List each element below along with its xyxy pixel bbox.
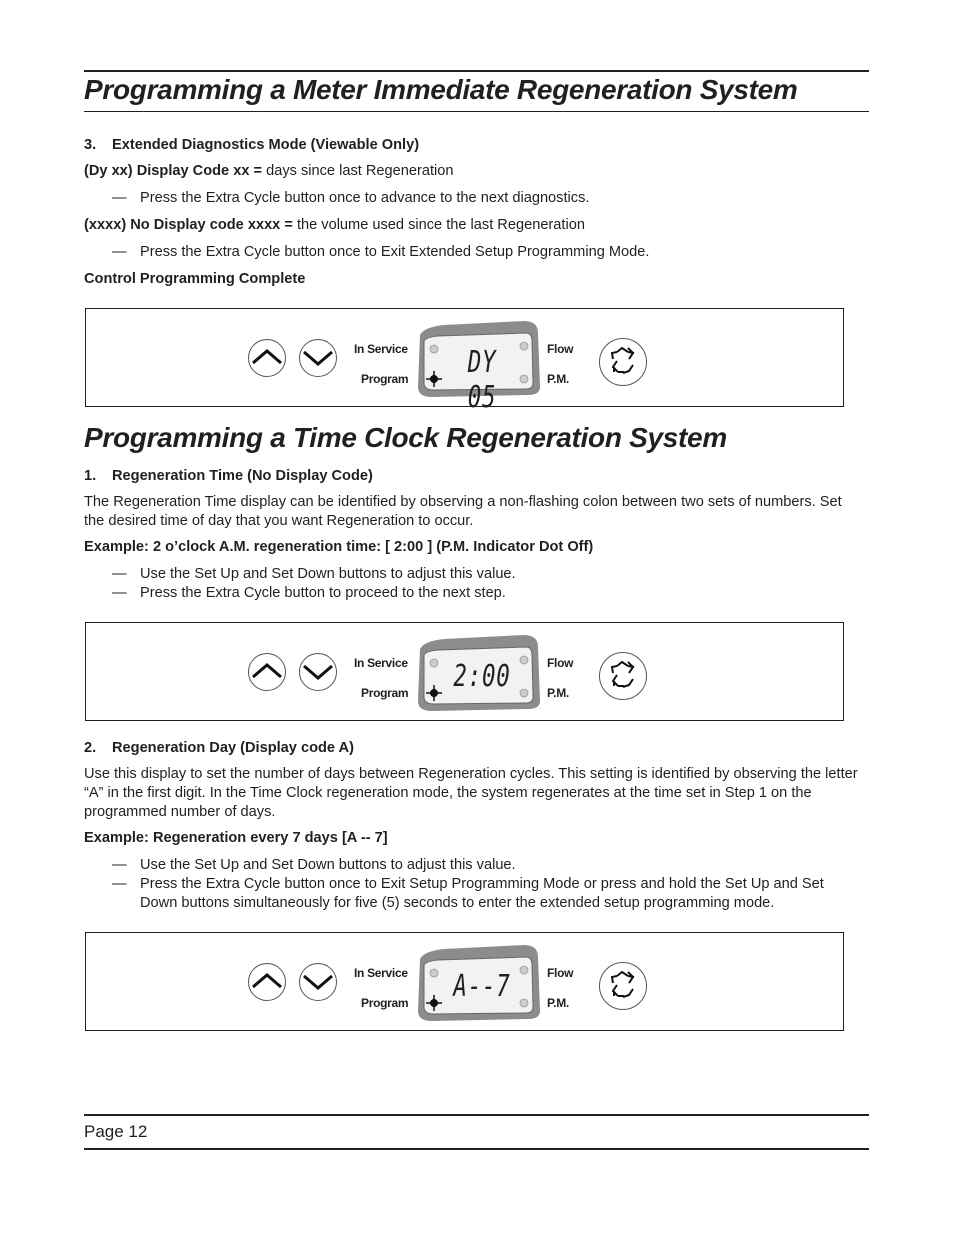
footer-rule-top [84, 1114, 869, 1116]
in-service-label: In Service [354, 342, 408, 356]
set-down-button[interactable] [299, 963, 337, 1001]
dash-bullet: — [112, 585, 127, 601]
instruction-item: — Press the Extra Cycle button once to Ex… [112, 243, 859, 262]
set-down-button[interactable] [299, 653, 337, 691]
chevron-up-icon [252, 349, 282, 365]
set-up-button[interactable] [248, 653, 286, 691]
step-example: Example: 2 o’clock A.M. regeneration tim… [84, 539, 594, 555]
chevron-down-icon [303, 664, 333, 680]
step-title: Regeneration Time (No Display Code) [112, 468, 373, 484]
extra-cycle-button[interactable] [599, 652, 647, 700]
step-heading: 3. Extended Diagnostics Mode (Viewable On… [84, 136, 859, 155]
pm-label: P.M. [547, 996, 569, 1010]
program-label: Program [361, 372, 409, 386]
lcd-readout: A--7 [453, 969, 511, 1004]
instruction-item: — Press the Extra Cycle button once to Ex… [112, 875, 859, 913]
control-programming-complete: Control Programming Complete [84, 271, 306, 287]
program-label: Program [361, 686, 409, 700]
control-panel-diagram-time: In Service Program 2:00 Flow P.M. [85, 622, 844, 721]
section-title-time-clock: Programming a Time Clock Regeneration Sy… [84, 422, 727, 453]
step-1-regeneration-time: 1. Regeneration Time (No Display Code) Th… [84, 467, 859, 603]
in-service-label: In Service [354, 656, 408, 670]
set-up-button[interactable] [248, 963, 286, 1001]
volume-code-label: (xxxx) No Display code xxxx = [84, 217, 297, 233]
step-3-extended-diagnostics: 3. Extended Diagnostics Mode (Viewable On… [84, 136, 859, 289]
page-number: Page 12 [84, 1122, 148, 1141]
dy-display-code-line: (Dy xx) Display Code xx = days since las… [84, 162, 859, 181]
dy-code-label: (Dy xx) Display Code xx = [84, 163, 267, 179]
step-example: Example: Regeneration every 7 days [A --… [84, 830, 388, 846]
section-title-meter-immediate: Programming a Meter Immediate Regenerati… [84, 74, 798, 105]
flow-label: Flow [547, 656, 574, 670]
step-number: 2. [84, 740, 97, 756]
volume-display-code-line: (xxxx) No Display code xxxx = the volume… [84, 216, 859, 235]
set-up-button[interactable] [248, 339, 286, 377]
instruction-text: Press the Extra Cycle button once to Exi… [140, 876, 824, 911]
header-rule-top [84, 70, 869, 72]
step-description: Use this display to set the number of da… [84, 766, 858, 820]
instruction-text: Use the Set Up and Set Down buttons to a… [140, 566, 516, 582]
dash-bullet: — [112, 190, 127, 206]
control-panel-diagram-day: In Service Program A--7 Flow P.M. [85, 932, 844, 1031]
pm-indicator-dot [519, 374, 529, 384]
lcd-readout: 2:00 [453, 659, 511, 694]
chevron-down-icon [303, 974, 333, 990]
program-label: Program [361, 996, 409, 1010]
control-panel: In Service Program A--7 Flow P.M. [246, 945, 676, 1021]
instruction-text: Press the Extra Cycle button once to Exi… [140, 244, 650, 260]
dash-bullet: — [112, 244, 127, 260]
chevron-up-icon [252, 663, 282, 679]
chevron-up-icon [252, 973, 282, 989]
control-panel-diagram-dy05: In Service Program DY 05 Flow P.M. [85, 308, 844, 415]
in-service-indicator-dot [429, 344, 439, 354]
recycle-arrows-icon [610, 970, 635, 998]
dash-bullet: — [112, 566, 127, 582]
step-title: Regeneration Day (Display code A) [112, 740, 354, 756]
pm-label: P.M. [547, 686, 569, 700]
instruction-item: — Press the Extra Cycle button to proceed… [112, 584, 859, 603]
step-2-regeneration-day: 2. Regeneration Day (Display code A) Use … [84, 739, 859, 913]
extra-cycle-button[interactable] [599, 338, 647, 386]
instruction-text: Press the Extra Cycle button to proceed … [140, 585, 506, 601]
dy-code-desc: days since last Regeneration [266, 163, 454, 179]
dash-bullet: — [112, 857, 127, 873]
lcd-readout: DY 05 [467, 345, 497, 415]
step-title: Extended Diagnostics Mode (Viewable Only… [112, 137, 420, 153]
step-heading: 2. Regeneration Day (Display code A) [84, 739, 859, 758]
dash-bullet: — [112, 876, 127, 892]
recycle-arrows-icon [610, 660, 635, 688]
instruction-item: — Press the Extra Cycle button once to ad… [112, 189, 859, 208]
set-down-button[interactable] [299, 339, 337, 377]
step-number: 1. [84, 468, 97, 484]
in-service-label: In Service [354, 966, 408, 980]
step-heading: 1. Regeneration Time (No Display Code) [84, 467, 859, 486]
flow-indicator-dot [519, 341, 529, 351]
recycle-arrows-icon [610, 346, 635, 374]
flow-label: Flow [547, 342, 574, 356]
extra-cycle-button[interactable] [599, 962, 647, 1010]
volume-code-desc: the volume used since the last Regenerat… [296, 217, 585, 233]
instruction-item: — Use the Set Up and Set Down buttons to … [112, 565, 859, 584]
header-rule-bottom [84, 111, 869, 112]
pm-label: P.M. [547, 372, 569, 386]
instruction-item: — Use the Set Up and Set Down buttons to … [112, 856, 859, 875]
instruction-text: Use the Set Up and Set Down buttons to a… [140, 857, 516, 873]
step-number: 3. [84, 137, 97, 153]
control-panel: In Service Program DY 05 Flow P.M. [246, 321, 676, 415]
control-panel: In Service Program 2:00 Flow P.M. [246, 635, 676, 711]
step-description: The Regeneration Time display can be ide… [84, 494, 842, 529]
chevron-down-icon [303, 350, 333, 366]
instruction-text: Press the Extra Cycle button once to adv… [140, 190, 590, 206]
flow-label: Flow [547, 966, 574, 980]
footer-rule-bottom [84, 1148, 869, 1150]
